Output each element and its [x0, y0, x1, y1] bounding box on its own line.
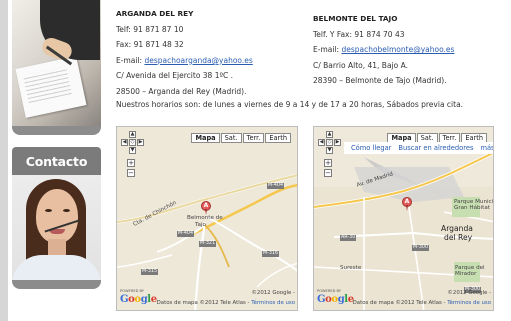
powered-by-text: POWERED BY	[120, 289, 144, 293]
office-name: ARGANDA DEL REY	[116, 9, 194, 18]
pan-down-icon[interactable]: ▼	[326, 147, 333, 154]
map-copyright: ©2012 Google -	[447, 290, 492, 296]
zoom-out-button[interactable]: −	[324, 169, 332, 177]
map-toolbar: Cómo llegar Buscar en alrededores más »	[344, 142, 493, 154]
road-badge: AR-30	[340, 235, 357, 241]
place-label: Tajo	[195, 222, 206, 228]
park-label: Parque del Mirador	[455, 265, 485, 277]
map-type-map[interactable]: Mapa	[191, 133, 220, 143]
pan-up-icon[interactable]: ▲	[326, 131, 333, 138]
park-label: Parque Municipal Gran Hábitat	[454, 199, 494, 211]
map-marker-icon[interactable]: A	[201, 201, 211, 215]
zoom-in-button[interactable]: +	[324, 159, 332, 167]
road-badge: M-404	[267, 183, 285, 189]
office-city: 28390 – Belmonte de Tajo (Madrid).	[313, 76, 447, 86]
office-belmonte: BELMONTE DEL TAJO Telf. Y Fax: 91 874 70…	[313, 11, 454, 89]
road-badge: M-321	[199, 241, 217, 247]
office-address: C/ Avenida del Ejercito 38 1ºC .	[116, 71, 234, 81]
pan-left-icon[interactable]: ◀	[318, 139, 325, 146]
map-type-satellite[interactable]: Sat.	[220, 133, 242, 143]
opening-hours-text: Nuestros horarios son: de lunes a vierne…	[116, 100, 464, 109]
map-type-terrain[interactable]: Terr.	[242, 133, 265, 143]
google-logo[interactable]: Google	[317, 294, 354, 305]
terms-link[interactable]: Términos de uso	[447, 300, 491, 306]
office-phone: Telf: 91 871 87 10	[116, 24, 184, 34]
zoom-out-button[interactable]: −	[127, 169, 135, 177]
photo-contact-operator	[12, 175, 101, 280]
map-belmonte[interactable]: Mapa Sat. Terr. Earth ▲ ◀ ◇ ▶ ▼ + − Cta.…	[116, 126, 298, 311]
email-link[interactable]: despachoarganda@yahoo.es	[144, 56, 252, 65]
pan-right-icon[interactable]: ▶	[137, 139, 144, 146]
office-arganda: ARGANDA DEL REY Telf: 91 871 87 10 Fax: …	[116, 6, 253, 100]
pan-left-icon[interactable]: ◀	[121, 139, 128, 146]
google-logo[interactable]: Google	[120, 294, 157, 305]
map-attribution: Datos de mapa ©2012 Tele Atlas - Término…	[352, 300, 491, 306]
contact-heading[interactable]: Contacto	[12, 147, 101, 175]
pan-center-icon[interactable]: ◇	[326, 139, 333, 146]
map-type-selector: Mapa Sat. Terr. Earth	[190, 133, 291, 143]
map-copyright: ©2012 Google -	[251, 290, 296, 296]
road-badge: M-300	[412, 245, 430, 251]
road-badge: M-404	[177, 231, 195, 237]
place-label: Belmonte de	[187, 215, 223, 221]
powered-by-text: POWERED BY	[317, 289, 341, 293]
office-name: BELMONTE DEL TAJO	[313, 14, 398, 23]
road-badge: M-315	[141, 269, 159, 275]
left-edge-bar	[0, 0, 8, 321]
city-label: del Rey	[444, 233, 473, 242]
terms-link[interactable]: Términos de uso	[251, 300, 295, 306]
photo-contact-footer	[12, 280, 101, 289]
pan-up-icon[interactable]: ▲	[129, 131, 136, 138]
map-arganda[interactable]: Mapa Sat. Terr. Earth Cómo llegar Buscar …	[313, 126, 494, 311]
pan-right-icon[interactable]: ▶	[334, 139, 341, 146]
place-label: Sureste	[340, 265, 362, 271]
pan-center-icon[interactable]: ◇	[129, 139, 136, 146]
office-city: 28500 – Arganda del Rey (Madrid).	[116, 86, 247, 96]
email-label: E-mail:	[313, 45, 342, 55]
search-nearby-link[interactable]: Buscar en alrededores	[398, 144, 473, 152]
map-attribution: Datos de mapa ©2012 Tele Atlas - Término…	[156, 300, 295, 306]
email-link[interactable]: despachobelmonte@yahoo.es	[341, 45, 454, 54]
office-email-row: E-mail: despachobelmonte@yahoo.es	[313, 42, 454, 58]
directions-link[interactable]: Cómo llegar	[351, 144, 391, 152]
more-link[interactable]: más »	[480, 144, 493, 152]
office-phone: Telf. Y Fax: 91 874 70 43	[313, 29, 405, 39]
office-email-row: E-mail: despachoarganda@yahoo.es	[116, 53, 253, 69]
map-arganda-roads	[314, 127, 493, 310]
map-type-earth[interactable]: Earth	[265, 133, 291, 143]
email-label: E-mail:	[116, 55, 145, 65]
zoom-in-button[interactable]: +	[127, 159, 135, 167]
road-badge: M-316	[262, 251, 280, 257]
office-address: C/ Barrio Alto, 41, Bajo A.	[313, 60, 408, 70]
office-fax: Fax: 91 871 48 32	[116, 40, 184, 50]
city-label: Arganda	[441, 224, 473, 233]
pan-down-icon[interactable]: ▼	[129, 147, 136, 154]
map-marker-icon[interactable]: A	[402, 197, 412, 211]
photo-top-footer	[12, 126, 101, 135]
photo-signing-document	[12, 0, 101, 126]
